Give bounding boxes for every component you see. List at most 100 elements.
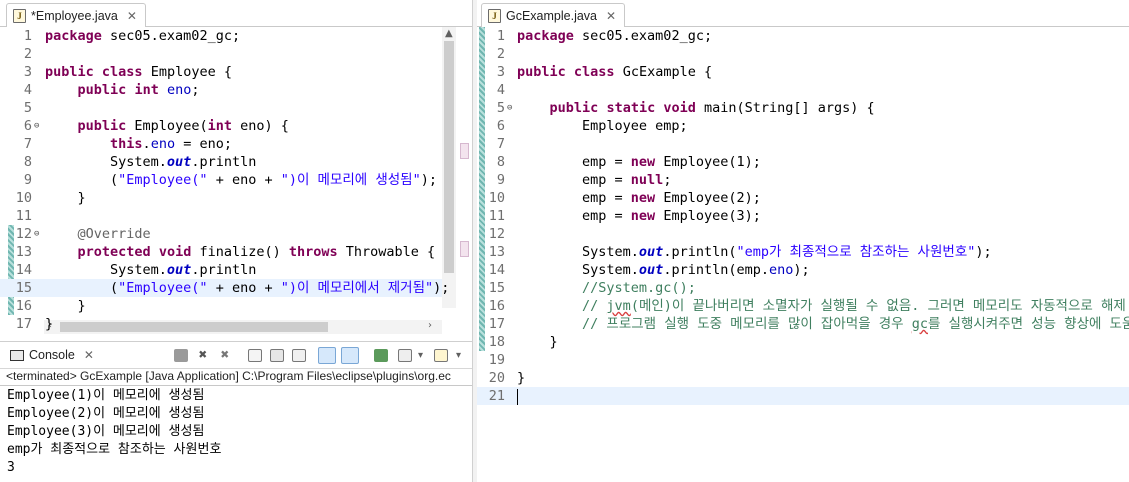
code-line[interactable]: 21 [477,387,1129,405]
line-number: 5 [23,100,32,116]
line-number: 12 [15,226,32,242]
code-line[interactable]: 9 ("Employee(" + eno + ")이 메모리에 생성됨"); [0,171,442,189]
code-line[interactable]: 14 System.out.println(emp.eno); [477,261,1129,279]
line-number: 14 [488,262,505,278]
code-line[interactable]: 5 [0,99,442,117]
tab-console[interactable]: Console ✕ [4,343,102,367]
code-text: emp = new Employee(3); [517,208,761,224]
console-line: emp가 최종적으로 참조하는 사원번호 [7,442,222,457]
code-text: ("Employee(" + eno + ")이 메모리에 생성됨"); [45,172,437,188]
code-line[interactable]: 10 } [0,189,442,207]
code-line[interactable]: 13 System.out.println("emp가 최종적으로 참조하는 사… [477,243,1129,261]
code-line[interactable]: 2 [477,45,1129,63]
code-line[interactable]: 14 System.out.println [0,261,442,279]
code-line[interactable]: 1 package sec05.exam02_gc; [477,27,1129,45]
code-line[interactable]: 5 ⊖ public static void main(String[] args… [477,99,1129,117]
code-line[interactable]: 7 [477,135,1129,153]
overview-ruler-mark [460,143,469,159]
code-line[interactable]: 20} [477,369,1129,387]
close-icon[interactable]: ✕ [84,348,94,362]
close-icon[interactable]: ✕ [127,9,137,23]
remove-all-icon[interactable]: ✖ [218,348,232,362]
fold-toggle-icon[interactable]: ⊖ [34,225,39,243]
code-text: System.out.println("emp가 최종적으로 참조하는 사원번호… [517,244,992,260]
code-line[interactable]: 9 emp = null; [477,171,1129,189]
left-editor-tabbar: J *Employee.java ✕ [0,0,472,27]
code-line[interactable]: 11 emp = new Employee(3); [477,207,1129,225]
code-line[interactable]: 15 //System.gc(); [477,279,1129,297]
chevron-down-icon[interactable]: ▾ [418,350,423,361]
code-line[interactable]: 4 public int eno; [0,81,442,99]
remove-launch-icon[interactable]: ✖ [196,348,210,362]
show-on-stderr-icon[interactable] [341,347,359,364]
display-console-icon[interactable] [398,349,412,362]
code-line[interactable]: 15 ("Employee(" + eno + ")이 메모리에서 제거됨"); [0,279,449,297]
code-line[interactable]: 12 [477,225,1129,243]
code-line[interactable]: 6 ⊖ public Employee(int eno) { [0,117,442,135]
code-line[interactable]: 4 [477,81,1129,99]
code-line[interactable]: 19 [477,351,1129,369]
line-number: 3 [23,64,32,80]
new-console-icon[interactable] [434,349,448,362]
line-number: 15 [15,280,32,296]
scrollbar-thumb[interactable] [444,41,454,273]
line-number: 11 [15,208,32,224]
code-line[interactable]: 17} [0,315,442,333]
code-text: public static void main(String[] args) { [549,100,875,116]
console-line: Employee(1)이 메모리에 생성됨 [7,388,205,403]
java-file-icon: J [13,8,26,23]
line-number: 6 [496,118,505,134]
right-editor-pane: J GcExample.java ✕ 1 package sec05.exam02… [477,0,1129,482]
stop-icon[interactable] [174,349,188,362]
tab-gcexample-java[interactable]: J GcExample.java ✕ [481,3,626,27]
code-line[interactable]: 10 emp = new Employee(2); [477,189,1129,207]
code-line[interactable]: 16 } [0,297,442,315]
code-line[interactable]: 2 [0,45,442,63]
tab-employee-java[interactable]: J *Employee.java ✕ [6,3,146,27]
console-terminated-label: <terminated> GcExample [Java Application… [6,369,451,383]
console-line: 3 [7,460,15,475]
code-line[interactable]: 13 protected void finalize() throws Thro… [0,243,442,261]
show-on-stdout-icon[interactable] [318,347,336,364]
line-number: 17 [15,316,32,332]
code-text: } [517,334,558,350]
overview-ruler-mark [460,241,469,257]
code-line[interactable]: 1 package sec05.exam02_gc; [0,27,442,45]
line-number: 17 [488,316,505,332]
left-code-editor[interactable]: ▲ ‹ › 1 package sec05.exam02_gc; 2 3 public … [0,27,472,337]
code-line[interactable]: 11 [0,207,442,225]
code-text: } [517,370,526,386]
clear-console-icon[interactable] [248,349,262,362]
code-line[interactable]: 6 Employee emp; [477,117,1129,135]
line-number: 11 [488,208,505,224]
line-number: 4 [496,82,505,98]
code-text: package sec05.exam02_gc; [45,28,241,44]
code-line[interactable]: 12 ⊖ @Override [0,225,442,243]
code-line[interactable]: 3 public class GcExample { [477,63,1129,81]
code-line[interactable]: 18 } [477,333,1129,351]
code-line[interactable]: 7 this.eno = eno; [0,135,442,153]
line-number: 8 [23,154,32,170]
fold-toggle-icon[interactable]: ⊖ [507,99,512,117]
right-code-editor[interactable]: 1 package sec05.exam02_gc; 2 3 public class … [477,27,1129,482]
close-icon[interactable]: ✕ [606,9,616,23]
code-line[interactable]: 8 emp = new Employee(1); [477,153,1129,171]
code-line[interactable]: 8 System.out.println [0,153,442,171]
code-line[interactable]: 16 // jvm(메인)이 끝나버리면 소멸자가 실행될 수 없음. 그러면 … [477,297,1129,315]
scroll-lock-icon[interactable] [270,349,284,362]
console-output[interactable]: Employee(1)이 메모리에 생성됨 Employee(2)이 메모리에 생… [0,385,472,482]
line-number: 3 [496,64,505,80]
pin-console-icon[interactable] [374,349,388,362]
fold-toggle-icon[interactable]: ⊖ [34,117,39,135]
line-number: 19 [488,352,505,368]
code-text: @Override [77,226,151,242]
code-line[interactable]: 17 // 프로그램 실행 도중 메모리를 많이 잡아먹을 경우 gc를 실행시… [477,315,1129,333]
code-text: } [45,316,54,332]
code-text: // jvm(메인)이 끝나버리면 소멸자가 실행될 수 없음. 그러면 메모리… [582,298,1129,314]
word-wrap-icon[interactable] [292,349,306,362]
vertical-scrollbar[interactable]: ▲ [442,27,456,308]
chevron-down-icon[interactable]: ▾ [456,350,461,361]
scroll-up-icon[interactable]: ▲ [445,28,453,39]
console-header: Console ✕ ✖ ✖ ▾ ▾ [0,342,472,369]
code-line[interactable]: 3 public class Employee { [0,63,442,81]
